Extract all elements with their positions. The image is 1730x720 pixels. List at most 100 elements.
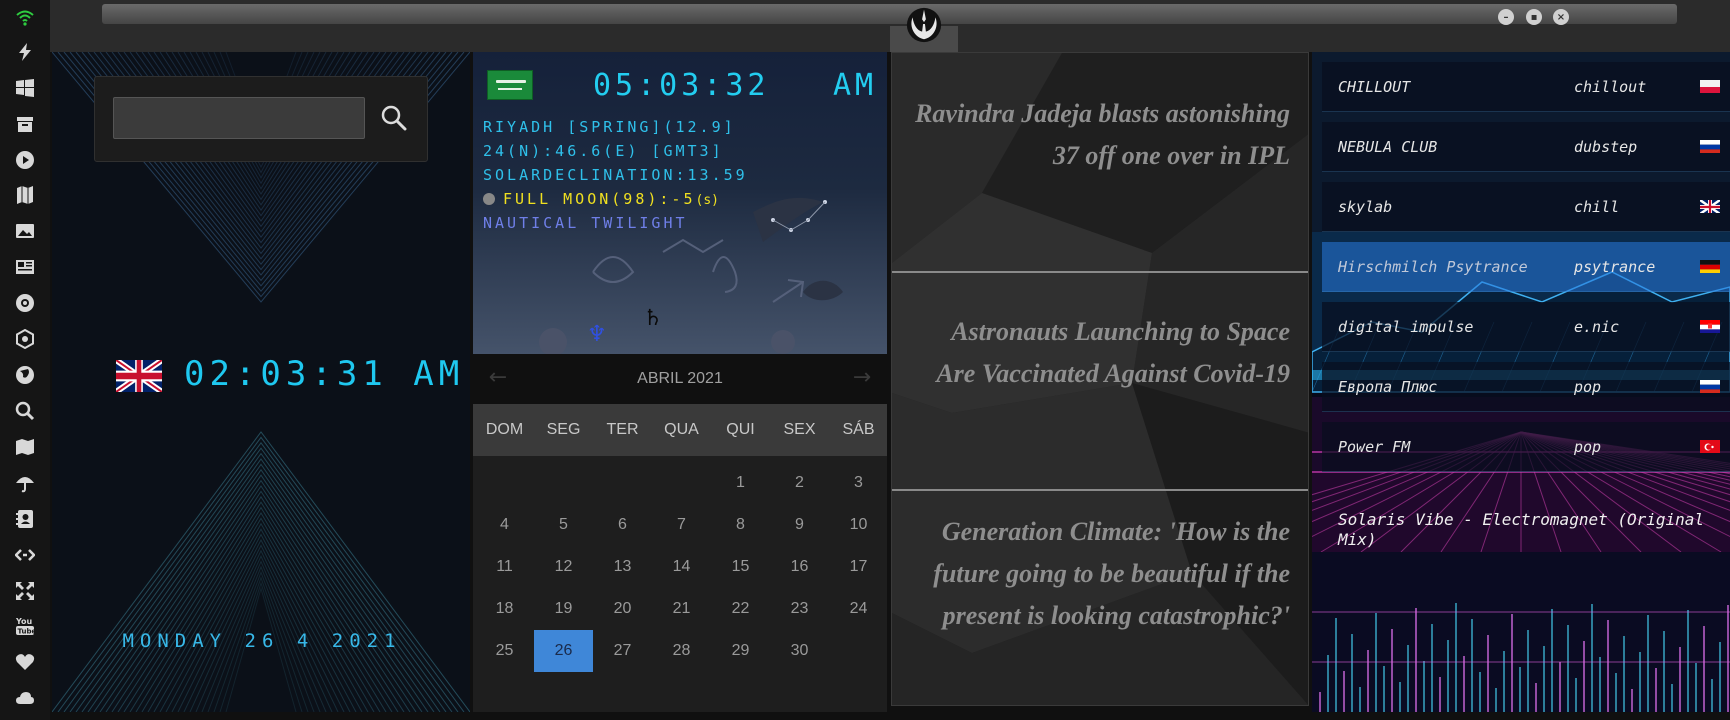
- calendar-day[interactable]: 20: [593, 588, 652, 630]
- local-time: 02:03:31 AM: [184, 354, 465, 394]
- calendar-day[interactable]: 2: [770, 462, 829, 504]
- search-box: [94, 76, 428, 162]
- search-icon[interactable]: [13, 399, 37, 423]
- calendar-day[interactable]: 24: [829, 588, 887, 630]
- uk-flag-icon: [1700, 199, 1720, 213]
- station-name: skylab: [1338, 198, 1393, 216]
- settings-wheel-icon[interactable]: [13, 291, 37, 315]
- station-row[interactable]: CHILLOUT chillout: [1322, 62, 1730, 112]
- calendar-header: ← ABRIL 2021 →: [473, 354, 887, 404]
- world-clock-panel: 05:03:32 AM RIYADH [SPRING](12.9] 24(N):…: [473, 52, 887, 712]
- weekday-1: SEG: [546, 421, 581, 438]
- station-name: CHILLOUT: [1338, 78, 1411, 96]
- calendar-day[interactable]: 12: [534, 546, 593, 588]
- news-headline-3[interactable]: Generation Climate: 'How is the future g…: [910, 511, 1290, 637]
- windows-icon[interactable]: [13, 76, 37, 100]
- moon-icon: [483, 193, 495, 205]
- moon-phase-suffix: (s): [695, 193, 719, 208]
- calendar-day[interactable]: 29: [711, 630, 770, 672]
- russia-flag-icon: [1700, 139, 1720, 153]
- station-row[interactable]: skylab chill: [1322, 182, 1730, 232]
- calendar-day[interactable]: 27: [593, 630, 652, 672]
- image-icon[interactable]: [13, 219, 37, 243]
- calendar-day[interactable]: 21: [652, 588, 711, 630]
- calendar-day[interactable]: 22: [711, 588, 770, 630]
- maximize-button[interactable]: ▪: [1526, 9, 1542, 25]
- calendar-day[interactable]: 16: [770, 546, 829, 588]
- calendar-day[interactable]: 6: [593, 504, 652, 546]
- calendar-day[interactable]: 19: [534, 588, 593, 630]
- calendar-day[interactable]: 13: [593, 546, 652, 588]
- expand-icon[interactable]: [13, 579, 37, 603]
- calendar-title: ABRIL 2021: [637, 370, 723, 387]
- calendar-day[interactable]: 18: [475, 588, 534, 630]
- globe-icon[interactable]: [13, 363, 37, 387]
- code-icon[interactable]: [13, 543, 37, 567]
- cloud-icon[interactable]: [13, 686, 37, 710]
- contact-icon[interactable]: [13, 507, 37, 531]
- turkey-flag-icon: [1700, 439, 1720, 453]
- calendar-day[interactable]: 9: [770, 504, 829, 546]
- calendar-day[interactable]: 15: [711, 546, 770, 588]
- heart-icon[interactable]: [13, 650, 37, 674]
- top-bar: – ▪ ×: [50, 0, 1730, 52]
- news-headline-2[interactable]: Astronauts Launching to Space Are Vaccin…: [910, 311, 1290, 395]
- station-row-active[interactable]: Hirschmilch Psytrance psytrance: [1322, 242, 1730, 292]
- title-bar[interactable]: [102, 4, 1677, 24]
- calendar-day[interactable]: 5: [534, 504, 593, 546]
- calendar-day[interactable]: 8: [711, 504, 770, 546]
- wifi-icon[interactable]: [13, 5, 37, 29]
- station-name: Power FM: [1338, 438, 1411, 456]
- close-button[interactable]: ×: [1553, 9, 1569, 25]
- moon-phase-text: FULL MOON(98):-5: [503, 190, 696, 208]
- station-row[interactable]: digital impulse e.nic: [1322, 302, 1730, 352]
- calendar-day[interactable]: 11: [475, 546, 534, 588]
- weekday-4: QUI: [726, 421, 755, 438]
- calendar-day[interactable]: 28: [652, 630, 711, 672]
- umbrella-icon[interactable]: [13, 471, 37, 495]
- twilight-text: NAUTICAL TWILIGHT: [483, 214, 688, 232]
- map-book-icon[interactable]: [13, 183, 37, 207]
- play-icon[interactable]: [13, 148, 37, 172]
- station-genre: dubstep: [1574, 138, 1638, 156]
- radio-panel: CHILLOUT chillout NEBULA CLUB dubstep skylab…: [1312, 52, 1730, 712]
- station-row[interactable]: NEBULA CLUB dubstep: [1322, 122, 1730, 172]
- calendar-day[interactable]: 30: [770, 630, 829, 672]
- calendar-day[interactable]: 17: [829, 546, 887, 588]
- news-headline-1[interactable]: Ravindra Jadeja blasts astonishing 37 of…: [910, 93, 1290, 177]
- neptune-symbol-icon: ♆: [587, 322, 607, 347]
- calendar-day[interactable]: 10: [829, 504, 887, 546]
- search-button[interactable]: [375, 99, 413, 137]
- calendar-day[interactable]: 23: [770, 588, 829, 630]
- calendar-day[interactable]: 3: [829, 462, 887, 504]
- map-icon[interactable]: [13, 435, 37, 459]
- russia-flag-icon: [1700, 379, 1720, 393]
- world-time: 05:03:32: [593, 68, 770, 103]
- search-input[interactable]: [113, 97, 365, 139]
- news-icon[interactable]: [13, 255, 37, 279]
- youtube-icon[interactable]: You Tube: [13, 614, 37, 638]
- station-row[interactable]: Power FM pop: [1322, 422, 1730, 472]
- weekday-6: SÁB: [842, 421, 875, 438]
- hexagon-icon[interactable]: [13, 327, 37, 351]
- svg-text:You: You: [15, 617, 33, 626]
- calendar-day-selected[interactable]: 26: [534, 630, 593, 672]
- station-row[interactable]: Европа Плюс pop: [1322, 362, 1730, 412]
- now-playing-text: Solaris Vibe - Electromagnet (Original M…: [1338, 510, 1705, 549]
- archive-icon[interactable]: [13, 112, 37, 136]
- calendar-day[interactable]: 7: [652, 504, 711, 546]
- rebel-alliance-logo-icon[interactable]: [905, 6, 943, 44]
- sidebar: You Tube: [0, 0, 50, 720]
- station-name: NEBULA CLUB: [1338, 138, 1438, 156]
- calendar-day[interactable]: 25: [475, 630, 534, 672]
- bolt-icon[interactable]: [13, 40, 37, 64]
- calendar-day[interactable]: 14: [652, 546, 711, 588]
- calendar-next-button[interactable]: →: [847, 354, 877, 404]
- calendar-day[interactable]: 4: [475, 504, 534, 546]
- minimize-button[interactable]: –: [1498, 9, 1514, 25]
- news-separator: [892, 489, 1308, 491]
- station-genre: pop: [1574, 438, 1602, 456]
- station-genre: pop: [1574, 378, 1602, 396]
- weekday-2: TER: [606, 421, 639, 438]
- calendar-day[interactable]: 1: [711, 462, 770, 504]
